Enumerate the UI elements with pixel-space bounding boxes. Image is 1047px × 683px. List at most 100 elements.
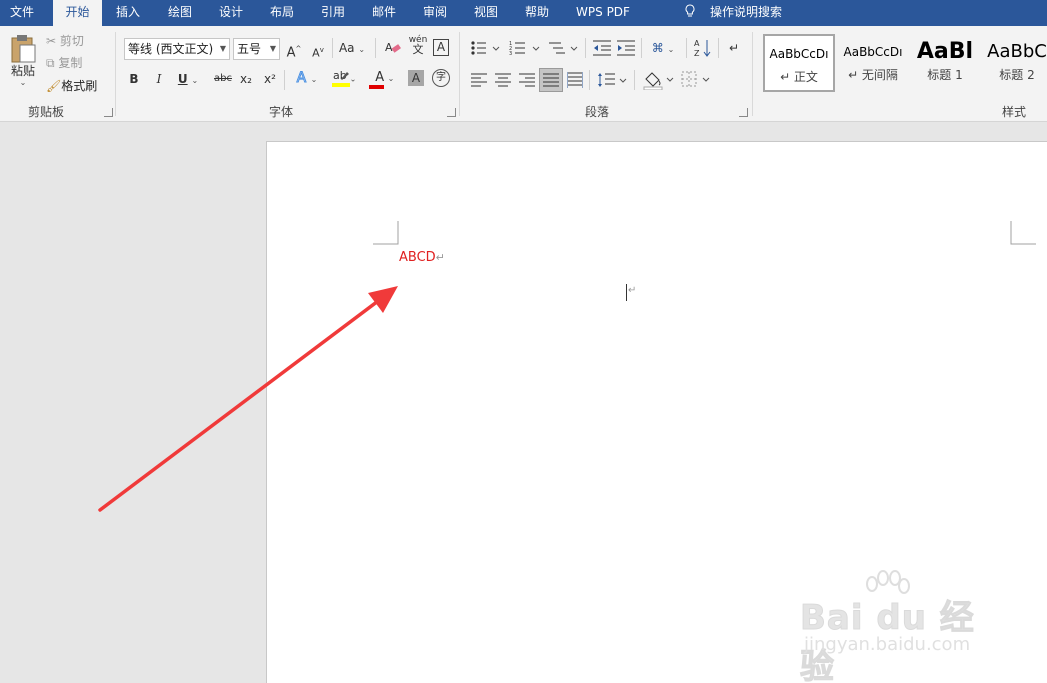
tab-design[interactable]: 设计 xyxy=(209,0,253,26)
enclose-characters-button[interactable]: 字 xyxy=(432,69,450,87)
group-separator xyxy=(752,32,753,116)
tab-home[interactable]: 开始 xyxy=(53,0,102,26)
tab-file[interactable]: 文件 xyxy=(0,0,44,26)
font-name-value: 等线 (西文正文) xyxy=(128,42,214,56)
distributed-icon[interactable] xyxy=(567,72,583,88)
font-group-label: 字体 xyxy=(268,105,293,119)
bold-button[interactable]: B xyxy=(127,70,141,88)
tab-wps-pdf[interactable]: WPS PDF xyxy=(568,0,638,26)
tab-references[interactable]: 引用 xyxy=(311,0,355,26)
tab-draw[interactable]: 绘图 xyxy=(158,0,202,26)
format-painter-label: 格式刷 xyxy=(61,79,98,93)
lightbulb-icon xyxy=(685,4,695,17)
dropdown-arrow-icon: ▼ xyxy=(269,44,276,53)
tab-review[interactable]: 审阅 xyxy=(413,0,457,26)
strikethrough-button[interactable]: abc xyxy=(212,70,234,88)
clipboard-icon xyxy=(11,35,36,63)
underline-button[interactable]: U ⌄ xyxy=(174,70,202,90)
paragraph-mark: ↵ xyxy=(435,251,445,264)
font-color-button[interactable]: A ⌄ xyxy=(367,68,399,89)
text-cursor xyxy=(626,284,627,301)
font-color-icon: A xyxy=(375,70,385,85)
text-effects-button[interactable]: A ⌄ xyxy=(292,69,322,89)
clipboard-group-label: 剪贴板 xyxy=(27,105,64,119)
italic-button[interactable]: I xyxy=(152,70,166,88)
shading-icon[interactable] xyxy=(643,70,677,90)
svg-text:A: A xyxy=(385,41,393,54)
align-left-icon[interactable] xyxy=(471,73,487,87)
shrink-font-button[interactable]: Av xyxy=(311,41,325,63)
divider xyxy=(589,70,590,90)
styles-group-label: 样式 xyxy=(1001,105,1026,119)
svg-text:3: 3 xyxy=(509,51,512,56)
font-name-select[interactable]: 等线 (西文正文) ▼ xyxy=(124,38,230,60)
clipboard-dialog-launcher-icon[interactable] xyxy=(104,108,113,117)
divider xyxy=(585,38,586,58)
divider xyxy=(718,38,719,58)
show-hide-marks-button[interactable]: ↵ xyxy=(727,39,741,57)
tab-layout[interactable]: 布局 xyxy=(260,0,304,26)
text-effects-icon: A xyxy=(296,70,307,87)
divider xyxy=(641,38,642,58)
clear-formatting-button[interactable]: A xyxy=(384,39,402,60)
phonetic-guide-bottom: 文 xyxy=(412,43,424,56)
asian-layout-button[interactable]: ⌘ ⌄ xyxy=(647,39,679,59)
font-size-select[interactable]: 五号 ▼ xyxy=(233,38,280,60)
format-painter-button[interactable]: 🖌格式刷 xyxy=(46,77,97,95)
enclose-characters-icon: 字 xyxy=(436,72,446,83)
sort-icon[interactable]: AZ xyxy=(694,38,712,58)
decrease-indent-icon[interactable] xyxy=(593,40,611,56)
justify-button[interactable] xyxy=(539,68,563,92)
baidu-jingyan-watermark: Bai du 经验 jingyan.baidu.com xyxy=(800,570,1000,683)
document-text-content: ABCD xyxy=(399,250,436,265)
paintbrush-icon: 🖌 xyxy=(46,79,62,93)
style-heading-2[interactable]: AaBbC 标题 2 xyxy=(981,34,1047,92)
svg-text:A: A xyxy=(694,39,700,48)
style-no-spacing[interactable]: AaBbCcDı ↵ 无间隔 xyxy=(837,34,909,92)
phonetic-guide-button[interactable]: wén 文 xyxy=(408,35,428,55)
paragraph-dialog-launcher-icon[interactable] xyxy=(739,108,748,117)
subscript-button[interactable]: x₂ xyxy=(238,70,254,88)
chevron-down-icon: ⌄ xyxy=(310,75,318,84)
copy-label: 复制 xyxy=(58,56,83,70)
style-heading-1[interactable]: AaBl 标题 1 xyxy=(909,34,981,92)
numbering-icon[interactable]: 1 2 3 xyxy=(509,40,541,56)
cut-button[interactable]: ✂ 剪切 xyxy=(46,32,84,50)
superscript-button[interactable]: x² xyxy=(262,70,278,88)
paste-button[interactable]: 粘贴 ⌄ xyxy=(6,34,40,94)
borders-icon[interactable] xyxy=(681,71,713,89)
change-case-icon: Aa xyxy=(338,41,355,55)
align-center-icon[interactable] xyxy=(495,73,511,87)
menu-bar: 文件 开始 插入 绘图 设计 布局 引用 邮件 审阅 视图 帮助 WPS PDF… xyxy=(0,0,1047,26)
document-text[interactable]: ABCD↵ xyxy=(399,250,445,265)
tab-mailings[interactable]: 邮件 xyxy=(362,0,406,26)
underline-icon: U xyxy=(177,72,188,86)
character-border-button[interactable]: A xyxy=(433,39,449,56)
align-right-icon[interactable] xyxy=(519,73,535,87)
style-no-spacing-sample: AaBbCcDı xyxy=(843,45,903,59)
paragraph-mark-icon: ↵ xyxy=(728,41,740,55)
highlight-button[interactable]: ab ⌄ xyxy=(328,68,360,89)
style-heading-1-label: 标题 1 xyxy=(927,68,963,82)
change-case-button[interactable]: Aa ⌄ xyxy=(338,39,366,59)
divider xyxy=(332,38,333,58)
character-shading-button[interactable]: A xyxy=(408,70,424,86)
tab-help[interactable]: 帮助 xyxy=(515,0,559,26)
chevron-down-icon: ⌄ xyxy=(387,74,395,83)
tab-view[interactable]: 视图 xyxy=(464,0,508,26)
cut-label: 剪切 xyxy=(59,34,84,48)
multilevel-list-icon[interactable] xyxy=(547,40,579,56)
font-dialog-launcher-icon[interactable] xyxy=(447,108,456,117)
style-normal[interactable]: AaBbCcDı ↵ 正文 xyxy=(763,34,835,92)
tell-me-search[interactable]: 操作说明搜索 xyxy=(684,0,782,26)
divider xyxy=(686,38,687,58)
bullets-icon[interactable] xyxy=(470,40,500,56)
increase-indent-icon[interactable] xyxy=(617,40,635,56)
chevron-down-icon: ⌄ xyxy=(358,45,366,54)
divider xyxy=(375,38,376,58)
tab-insert[interactable]: 插入 xyxy=(106,0,150,26)
grow-font-button[interactable]: A^ xyxy=(286,40,302,62)
copy-button[interactable]: ⧉ 复制 xyxy=(46,54,82,72)
style-normal-sample: AaBbCcDı xyxy=(769,47,829,61)
line-spacing-icon[interactable] xyxy=(597,72,629,88)
